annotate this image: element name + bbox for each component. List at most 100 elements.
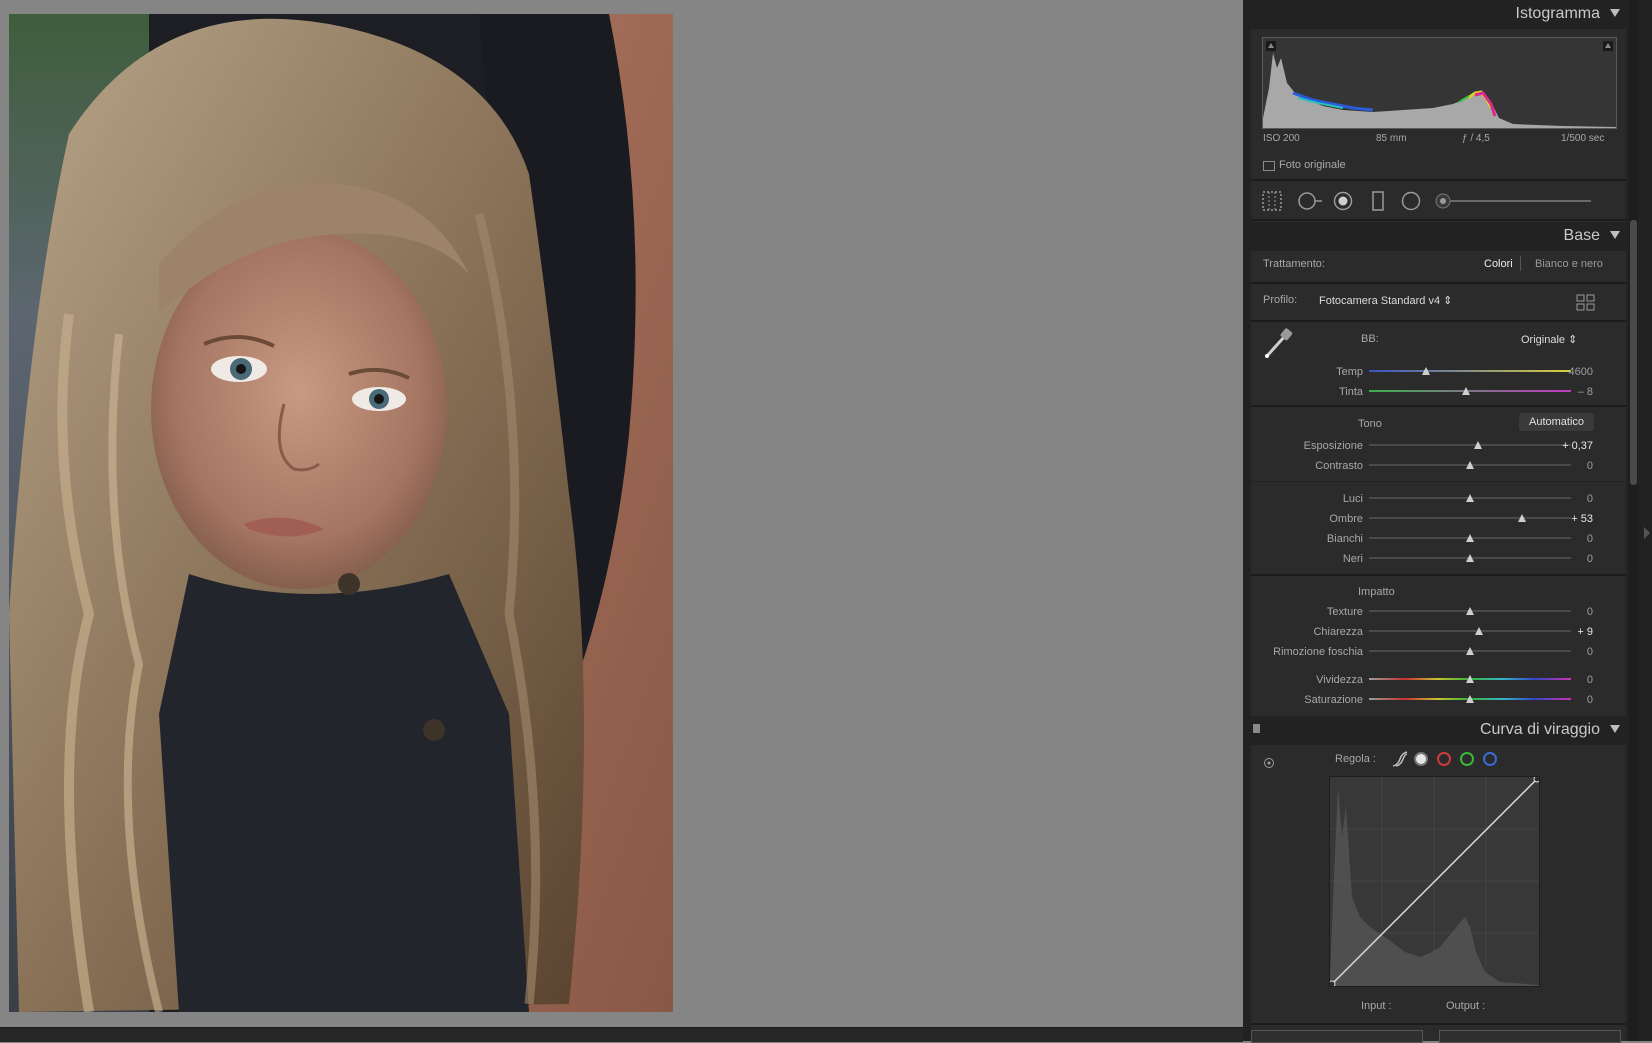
temp-slider[interactable] — [1369, 365, 1571, 377]
contrast-slider[interactable] — [1369, 459, 1571, 471]
tint-slider[interactable] — [1369, 385, 1571, 397]
whites-value[interactable]: 0 — [1553, 533, 1593, 545]
slider-thumb[interactable] — [1466, 554, 1474, 562]
slider-thumb[interactable] — [1474, 441, 1483, 449]
saturation-value[interactable]: 0 — [1553, 694, 1593, 706]
blacks-value[interactable]: 0 — [1553, 553, 1593, 565]
contrast-value[interactable]: 0 — [1553, 460, 1593, 472]
profile-select[interactable]: Fotocamera Standard v4 ⇕ — [1319, 294, 1452, 307]
slider-thumb[interactable] — [1466, 461, 1474, 469]
panel-switch-icon[interactable] — [1253, 724, 1260, 733]
slider-thumb[interactable] — [1421, 367, 1430, 375]
spot-removal-icon[interactable] — [1297, 191, 1323, 211]
develop-right-panel: Istogramma ISO 200 85 mm ƒ / 4,5 1/500 s… — [1243, 0, 1652, 1043]
collapse-triangle-icon[interactable] — [1610, 9, 1620, 17]
dehaze-slider[interactable] — [1369, 645, 1571, 657]
target-adjust-icon[interactable] — [1263, 757, 1275, 769]
adjust-label: Regola : — [1335, 753, 1376, 765]
highlights-slider[interactable] — [1369, 492, 1571, 504]
reset-button[interactable] — [1439, 1030, 1621, 1043]
exposure-slider[interactable] — [1369, 439, 1571, 451]
auto-tone-button[interactable]: Automatico — [1519, 413, 1595, 431]
portrait-photo[interactable] — [9, 14, 673, 1012]
blacks-slider[interactable] — [1369, 552, 1571, 564]
parametric-curve-icon[interactable] — [1392, 751, 1408, 767]
divider — [1251, 1023, 1626, 1025]
tone-curve-header[interactable]: Curva di viraggio — [1251, 716, 1626, 745]
eyedropper-icon[interactable] — [1263, 326, 1295, 360]
red-channel-icon[interactable] — [1437, 752, 1451, 766]
histogram-header[interactable]: Istogramma — [1251, 0, 1626, 29]
shadow-clipping-icon[interactable] — [1266, 41, 1276, 51]
graduated-filter-icon[interactable] — [1368, 191, 1388, 211]
radial-filter-icon[interactable] — [1401, 191, 1421, 211]
blue-channel-icon[interactable] — [1483, 752, 1497, 766]
texture-value[interactable]: 0 — [1553, 606, 1593, 618]
slider-thumb[interactable] — [1466, 695, 1474, 703]
profile-browser-grid-icon[interactable] — [1576, 294, 1596, 312]
divider — [1251, 405, 1626, 407]
slider-thumb[interactable] — [1475, 627, 1484, 635]
temp-value[interactable]: 4600 — [1553, 366, 1593, 378]
tone-label: Tono — [1358, 418, 1382, 430]
panel-content: Istogramma ISO 200 85 mm ƒ / 4,5 1/500 s… — [1251, 0, 1626, 1043]
vibrance-value[interactable]: 0 — [1553, 674, 1593, 686]
slider-thumb[interactable] — [1466, 675, 1474, 683]
collapse-triangle-icon[interactable] — [1610, 231, 1620, 239]
crop-overlay-icon[interactable] — [1262, 191, 1282, 211]
highlight-clipping-icon[interactable] — [1603, 41, 1613, 51]
slider-thumb[interactable] — [1466, 494, 1474, 502]
whites-slider[interactable] — [1369, 532, 1571, 544]
divider — [1251, 219, 1626, 221]
collapse-triangle-icon[interactable] — [1610, 725, 1620, 733]
vibrance-slider[interactable] — [1369, 673, 1571, 685]
red-eye-icon[interactable] — [1333, 191, 1353, 211]
rgb-channel-icon[interactable] — [1414, 752, 1428, 766]
base-header[interactable]: Base — [1251, 222, 1626, 251]
highlights-label: Luci — [1342, 493, 1363, 505]
treatment-bw-option[interactable]: Bianco e nero — [1535, 258, 1603, 270]
shadows-slider[interactable] — [1369, 512, 1571, 524]
treatment-color-option[interactable]: Colori — [1484, 258, 1513, 270]
output-label: Output : — [1446, 1000, 1486, 1012]
divider — [1251, 574, 1626, 576]
clarity-label: Chiarezza — [1313, 626, 1363, 638]
panel-collapse-arrow-icon[interactable] — [1644, 527, 1650, 539]
adjustment-brush-slider[interactable] — [1435, 191, 1591, 211]
dehaze-value[interactable]: 0 — [1553, 646, 1593, 658]
divider — [1251, 179, 1626, 181]
blacks-label: Neri — [1342, 553, 1363, 565]
texture-label: Texture — [1326, 606, 1363, 618]
highlights-value[interactable]: 0 — [1553, 493, 1593, 505]
slider-thumb[interactable] — [1466, 647, 1474, 655]
slider-thumb[interactable] — [1517, 514, 1526, 522]
slider-thumb[interactable] — [1466, 607, 1474, 615]
aperture-label: ƒ / 4,5 — [1462, 133, 1490, 144]
slider-thumb[interactable] — [1466, 534, 1474, 542]
green-channel-icon[interactable] — [1460, 752, 1474, 766]
original-photo-checkbox[interactable] — [1263, 161, 1275, 171]
previous-button[interactable] — [1251, 1030, 1423, 1043]
histogram[interactable] — [1262, 37, 1617, 129]
panel-scroll-track[interactable] — [1629, 0, 1638, 1041]
temp-label: Temp — [1336, 366, 1363, 378]
wb-select[interactable]: Originale ⇕ — [1521, 333, 1577, 346]
divider — [1251, 282, 1626, 284]
contrast-label: Contrasto — [1315, 460, 1363, 472]
input-label: Input : — [1361, 1000, 1392, 1012]
exposure-value[interactable]: + 0,37 — [1553, 440, 1593, 452]
saturation-slider[interactable] — [1369, 693, 1571, 705]
tint-value[interactable]: – 8 — [1553, 386, 1593, 398]
profile-label: Profilo: — [1263, 294, 1298, 306]
slider-thumb[interactable] — [1461, 387, 1470, 395]
texture-slider[interactable] — [1369, 605, 1571, 617]
vibrance-label: Vividezza — [1316, 674, 1363, 686]
focal-label: 85 mm — [1376, 133, 1407, 144]
image-canvas[interactable] — [0, 0, 1243, 1042]
shadows-value[interactable]: + 53 — [1553, 513, 1593, 525]
panel-scrollbar[interactable] — [1630, 220, 1637, 485]
histogram-graph — [1263, 53, 1616, 128]
tone-curve-graph[interactable] — [1329, 776, 1540, 987]
clarity-value[interactable]: + 9 — [1553, 626, 1593, 638]
clarity-slider[interactable] — [1369, 625, 1571, 637]
